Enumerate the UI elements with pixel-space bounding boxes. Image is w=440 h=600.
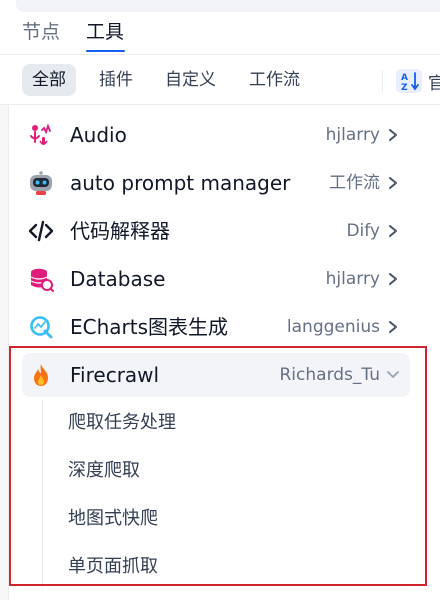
active-tab-indicator xyxy=(86,50,125,52)
echarts-icon xyxy=(30,316,53,339)
tool-name: Audio xyxy=(70,123,127,147)
chevron-right-icon xyxy=(389,129,397,141)
code-icon xyxy=(28,220,54,242)
filter-all[interactable]: 全部 xyxy=(22,64,76,96)
tool-author: hjlarry xyxy=(325,125,380,145)
filter-plugins[interactable]: 插件 xyxy=(89,64,143,96)
tool-author: langgenius xyxy=(286,317,380,337)
tool-name: ECharts图表生成 xyxy=(70,315,229,339)
filter-workflow[interactable]: 工作流 xyxy=(239,64,310,96)
chevron-right-icon xyxy=(389,321,397,333)
tab-bar: 节点 工具 xyxy=(0,0,440,56)
tool-author: Dify xyxy=(346,221,380,241)
audio-mic-icon xyxy=(30,123,51,145)
sort-az-icon[interactable]: A Z xyxy=(396,69,422,93)
tool-row-auto-prompt-manager[interactable]: auto prompt manager 工作流 xyxy=(22,163,410,203)
filter-custom[interactable]: 自定义 xyxy=(155,64,226,96)
divider xyxy=(382,70,383,92)
chevron-right-icon xyxy=(389,225,397,237)
divider xyxy=(0,54,440,55)
tool-row-database[interactable]: Database hjlarry xyxy=(22,259,410,299)
tool-author: 工作流 xyxy=(329,173,380,193)
chevron-right-icon xyxy=(389,273,397,285)
svg-text:A: A xyxy=(401,73,408,83)
highlight-annotation xyxy=(9,346,427,586)
filter-bar: 全部 插件 自定义 工作流 A Z 官 xyxy=(0,56,440,104)
tab-tools[interactable]: 工具 xyxy=(86,20,124,46)
robot-icon xyxy=(30,171,52,195)
tool-name: 代码解释器 xyxy=(70,219,170,243)
sort-label[interactable]: 官 xyxy=(428,69,440,94)
tool-row-code-interpreter[interactable]: 代码解释器 Dify xyxy=(22,211,410,251)
tab-nodes[interactable]: 节点 xyxy=(22,20,60,46)
chevron-right-icon xyxy=(389,177,397,189)
svg-text:Z: Z xyxy=(401,83,408,93)
tool-author: hjlarry xyxy=(325,269,380,289)
tool-name: Database xyxy=(70,267,166,291)
tool-row-audio[interactable]: Audio hjlarry xyxy=(22,115,410,155)
database-icon xyxy=(30,268,54,292)
tool-name: auto prompt manager xyxy=(70,171,291,195)
divider xyxy=(0,104,440,105)
panel-gutter xyxy=(0,105,9,600)
tool-row-echarts[interactable]: ECharts图表生成 langgenius xyxy=(22,307,410,347)
